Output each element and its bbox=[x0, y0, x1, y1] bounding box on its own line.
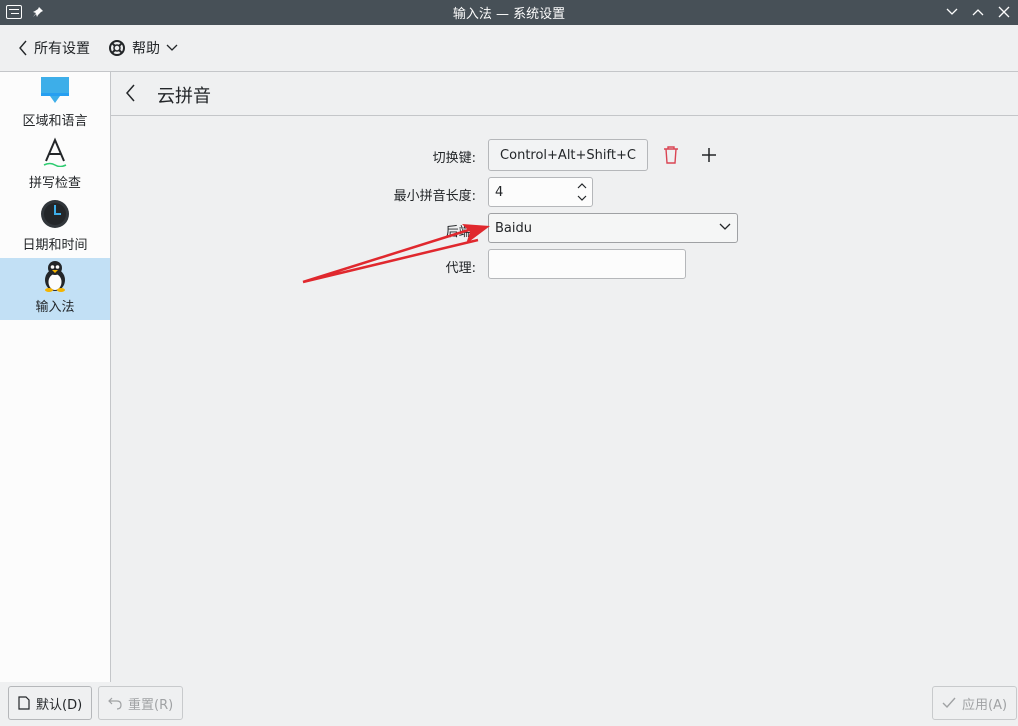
min-length-label: 最小拼音长度: bbox=[393, 189, 476, 204]
checkmark-icon bbox=[942, 697, 956, 709]
proxy-label: 代理: bbox=[445, 261, 476, 276]
apply-label: 应用(A) bbox=[962, 697, 1008, 713]
reset-button[interactable]: 重置(R) bbox=[98, 686, 184, 720]
help-menu-button[interactable]: 帮助 bbox=[108, 38, 178, 58]
reset-label: 重置(R) bbox=[128, 697, 174, 713]
trash-icon bbox=[664, 146, 678, 164]
spellcheck-icon bbox=[39, 136, 71, 168]
document-icon bbox=[18, 696, 30, 710]
proxy-input[interactable] bbox=[488, 249, 686, 279]
all-settings-button[interactable]: 所有设置 bbox=[18, 38, 90, 58]
backend-label: 后端: bbox=[445, 225, 476, 240]
toggle-key-button[interactable]: Control+Alt+Shift+C bbox=[488, 139, 648, 171]
apply-button[interactable]: 应用(A) bbox=[932, 686, 1018, 720]
min-length-spinbox[interactable]: 4 bbox=[488, 177, 593, 207]
sidebar-item-label: 区域和语言 bbox=[22, 114, 88, 129]
defaults-button[interactable]: 默认(D) bbox=[8, 686, 93, 720]
undo-icon bbox=[108, 697, 122, 710]
toggle-key-label: 切换键: bbox=[432, 151, 476, 166]
page-title: 云拼音 bbox=[157, 86, 211, 107]
sidebar: 区域和语言 拼写检查 日期和时间 输入法 bbox=[0, 72, 111, 682]
sidebar-item-label: 输入法 bbox=[35, 300, 75, 315]
chevron-down-icon bbox=[166, 44, 178, 51]
minimize-icon[interactable] bbox=[944, 3, 960, 21]
app-menu-icon[interactable] bbox=[6, 5, 22, 19]
delete-key-button[interactable] bbox=[659, 143, 683, 167]
help-label: 帮助 bbox=[132, 41, 160, 57]
backend-value: Baidu bbox=[495, 220, 532, 236]
lifebuoy-icon bbox=[109, 40, 125, 56]
sidebar-item-date-time[interactable]: 日期和时间 bbox=[0, 196, 110, 258]
sidebar-item-region-language[interactable]: 区域和语言 bbox=[0, 72, 110, 134]
sidebar-item-spellcheck[interactable]: 拼写检查 bbox=[0, 134, 110, 196]
all-settings-label: 所有设置 bbox=[34, 41, 90, 57]
maximize-icon[interactable] bbox=[970, 3, 986, 21]
pin-icon[interactable] bbox=[30, 3, 46, 21]
penguin-icon bbox=[39, 260, 71, 292]
spin-arrows[interactable] bbox=[576, 180, 588, 204]
back-button[interactable] bbox=[124, 83, 136, 107]
defaults-label: 默认(D) bbox=[36, 697, 83, 713]
chevron-left-icon bbox=[19, 40, 27, 56]
min-length-value: 4 bbox=[495, 184, 504, 200]
sidebar-item-input-method[interactable]: 输入法 bbox=[0, 258, 110, 320]
chevron-left-icon bbox=[126, 84, 135, 102]
add-key-button[interactable] bbox=[697, 143, 721, 167]
backend-select[interactable]: Baidu bbox=[488, 213, 738, 243]
plus-icon bbox=[702, 148, 716, 162]
speech-bubble-icon bbox=[39, 74, 71, 106]
close-icon[interactable] bbox=[996, 3, 1012, 21]
clock-icon bbox=[39, 198, 71, 230]
sidebar-item-label: 拼写检查 bbox=[28, 176, 81, 191]
spin-down-icon[interactable] bbox=[576, 192, 588, 204]
title-bar: 输入法 — 系统设置 bbox=[0, 0, 1018, 25]
toolbar: 所有设置 帮助 bbox=[0, 25, 1018, 72]
sidebar-item-label: 日期和时间 bbox=[22, 238, 88, 253]
chevron-down-icon bbox=[719, 223, 731, 230]
content-header: 云拼音 bbox=[111, 72, 1018, 116]
window-title: 输入法 — 系统设置 bbox=[452, 7, 566, 22]
toggle-key-value: Control+Alt+Shift+C bbox=[500, 147, 636, 163]
spin-up-icon[interactable] bbox=[576, 180, 588, 192]
